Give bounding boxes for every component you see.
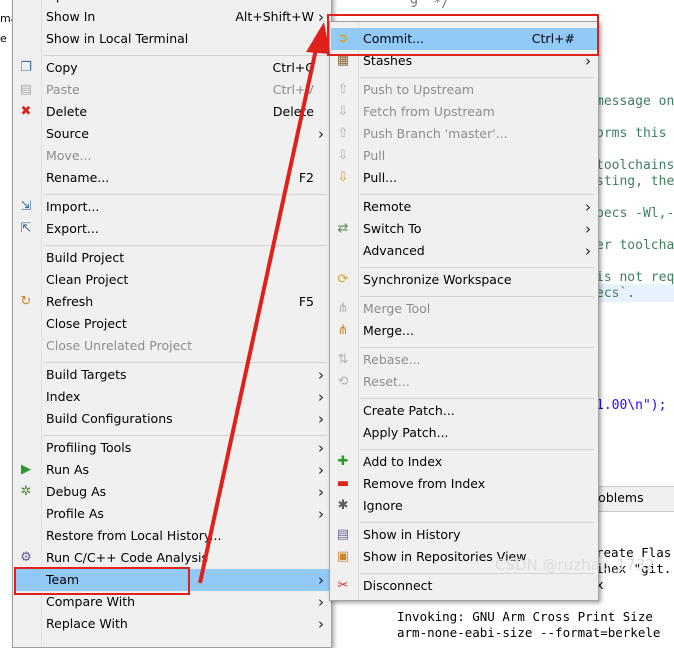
watermark: CSDN @ruzhao_1732 — [495, 556, 655, 574]
annotation-arrow — [198, 22, 330, 584]
arrow-head — [306, 22, 330, 54]
arrow-shaft — [198, 39, 320, 584]
